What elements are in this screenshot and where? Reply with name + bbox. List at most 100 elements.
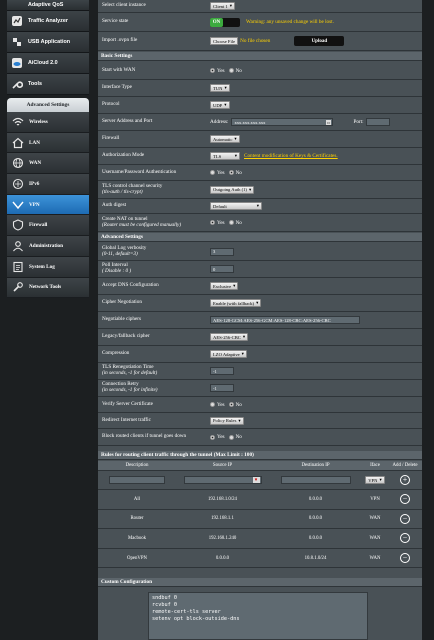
sidebar-item-wireless[interactable]: Wireless [7,112,89,133]
new-source-ip-input[interactable]: ▾ [183,476,262,484]
column-header: Add / Delete [392,463,418,468]
select-value: Policy Rules [213,418,237,423]
rule-source-ip: 192.168.1.0/24 [208,496,237,502]
menu-item-usb-application[interactable]: USB Application [7,32,89,53]
row-label: Auth digest [102,202,127,209]
select-value: AES-256-CBC [213,334,241,340]
protocol-select[interactable]: UDP ▾ [210,101,230,109]
choose-file-button[interactable]: Choose File [210,37,239,45]
rule-description: Router [130,516,144,522]
delete-rule-button[interactable]: − [400,494,410,505]
accept-dns-select[interactable]: Exclusive ▾ [210,282,239,290]
address-label: Address: [210,119,229,125]
cipher-negotiation-select[interactable]: Enable (with fallback) ▾ [210,299,262,307]
authorization-mode-select[interactable]: TLS ▾ [210,152,240,160]
sidebar-item-system-log[interactable]: System Log [7,256,89,278]
label-sub: (Router must be configured manually) [102,221,182,228]
interface-type-row: Interface Type TUN ▾ [98,80,422,97]
tls-control-select[interactable]: Outgoing Auth (1) ▾ [210,185,255,194]
chevron-down-icon: ▾ [229,3,232,8]
rule-source-ip: 192.168.1.1 [211,516,234,522]
connection-retry-row: Connection Retry (in seconds, -1 for infi… [98,380,422,397]
sidebar-item-label: Firewall [29,222,48,229]
sidebar-item-administration[interactable]: Administration [7,236,89,257]
sidebar-item-ipv6[interactable]: IPv6 [7,174,89,195]
select-value: Enable (with fallback) [213,300,255,306]
rule-iface: VPN [370,496,380,502]
compression-select[interactable]: LZO Adaptive ▾ [210,350,247,358]
legacy-cipher-select[interactable]: AES-256-CBC ▾ [210,333,249,341]
block-yes-radio[interactable]: Yes [210,434,225,440]
delete-rule-button[interactable]: − [400,553,410,564]
row-label: Protocol [102,101,120,108]
chevron-down-icon: ▾ [241,351,244,356]
sidebar: Adaptive QoS Traffic Analyzer USB Applic… [0,0,96,640]
sidebar-item-network-tools[interactable]: Network Tools [7,277,89,299]
delete-rule-button[interactable]: − [400,533,410,544]
port-input[interactable] [365,118,390,126]
userpass-yes-radio[interactable]: Yes [210,170,225,176]
redirect-traffic-select[interactable]: Policy Rules ▾ [210,416,244,425]
verify-no-radio[interactable]: No [228,402,242,408]
connection-retry-input[interactable]: -1 [210,384,234,392]
table-header: Description Source IP Destination IP Ifa… [98,461,422,471]
menu-item-adaptive-qos[interactable]: Adaptive QoS [7,0,89,11]
menu-item-tools[interactable]: Tools [7,74,89,95]
negotiable-ciphers-input[interactable]: AES-128-GCM:AES-256-GCM:AES-128-CBC:AES-… [210,316,360,324]
sidebar-item-label: IPv6 [29,180,40,187]
radio-label: Yes [217,67,225,74]
nat-yes-radio[interactable]: Yes [210,220,225,226]
userpass-no-radio[interactable]: No [228,170,242,176]
row-label: TLS Renegotiation Time (in seconds, -1 fo… [98,365,210,376]
sidebar-item-wan[interactable]: WAN [7,153,89,175]
menu-item-aicloud[interactable]: AiCloud 2.0 [7,53,89,74]
start-wan-no-radio[interactable]: No [228,67,242,74]
cipher-negotiation-row: Cipher Negotiation Enable (with fallback… [98,295,422,312]
rule-destination-ip: 0.0.0.0 [308,516,323,522]
sidebar-item-vpn[interactable]: VPN [7,194,89,216]
table-row: Macbook 192.168.1.240 0.0.0.0 WAN − [98,529,422,549]
radio-label: No [235,67,242,74]
chevron-down-icon: ▾ [233,283,236,288]
accept-dns-row: Accept DNS Configuration Exclusive ▾ [98,278,422,295]
poll-interval-input[interactable]: 0 [210,265,234,273]
nat-no-radio[interactable]: No [228,220,242,226]
new-destination-ip-input[interactable] [280,476,351,484]
menu-item-traffic-analyzer[interactable]: Traffic Analyzer [7,11,89,32]
dropdown-arrow-icon[interactable]: ▾ [252,477,260,483]
service-state-toggle[interactable]: ON [210,17,240,27]
sidebar-item-firewall[interactable]: Firewall [7,215,89,237]
interface-type-select[interactable]: TUN ▾ [210,84,230,92]
select-value: UDP [213,102,223,108]
sidebar-item-label: LAN [29,139,40,146]
legacy-cipher-row: Legacy/fallback cipher AES-256-CBC ▾ [98,329,422,346]
tls-renegotiation-input[interactable]: -1 [210,367,234,375]
block-no-radio[interactable]: No [228,434,242,440]
custom-config-textarea[interactable]: sndbuf 0 rcvbuf 0 remote-cert-tls server… [148,592,368,640]
delete-rule-button[interactable]: − [400,513,410,524]
upload-button[interactable]: Upload [294,36,345,46]
routing-rules-header: Rules for routing client traffic through… [98,451,422,460]
log-verbosity-input[interactable]: 3 [210,247,234,256]
advanced-settings-header: Advanced Settings [98,233,422,242]
keys-certificates-link[interactable]: Content modification of Keys & Certifica… [244,153,338,159]
verify-cert-row: Verify Server Certificate Yes No [98,397,422,413]
verify-yes-radio[interactable]: Yes [210,402,225,408]
new-description-input[interactable] [109,476,165,484]
label-sub: (0-11, default=3) [102,250,138,257]
auth-digest-select[interactable]: Default ▾ [210,202,262,210]
server-address-input[interactable]: xxx.xxx.xxx.xxx ▭ [231,118,334,126]
client-instance-select[interactable]: Client 1 ▾ [210,2,235,10]
start-wan-yes-radio[interactable]: Yes [210,68,225,74]
firewall-select[interactable]: Automatic ▾ [210,135,240,143]
sidebar-item-lan[interactable]: LAN [7,132,89,154]
import-ovpn-row: Import .ovpn file Choose File No file ch… [98,32,422,51]
row-label: Interface Type [102,84,132,91]
new-iface-select[interactable]: VPN ▾ [365,476,385,484]
globe-icon [12,157,24,169]
row-label: Redirect Internet traffic [102,416,151,423]
admin-icon [12,240,24,252]
start-with-wan-row: Start with WAN Yes No [98,62,422,80]
chevron-down-icon: ▾ [238,417,241,423]
add-rule-button[interactable]: + [400,475,410,485]
